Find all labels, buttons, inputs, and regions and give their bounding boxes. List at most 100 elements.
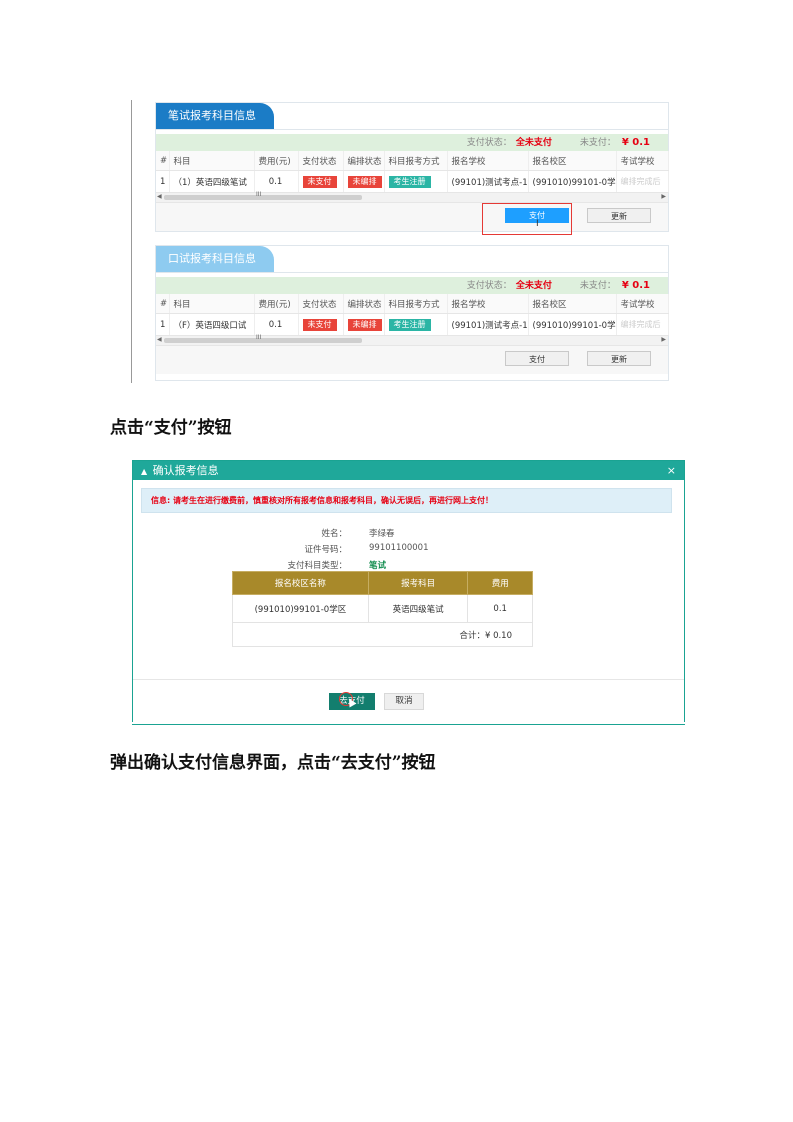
- pay-status-badge: 未支付: [302, 318, 337, 331]
- arrange-status-badge: 未编排: [347, 318, 382, 331]
- pay-button[interactable]: 支付: [505, 351, 569, 366]
- row-index: 1: [156, 313, 170, 336]
- col-header: 费用(元): [254, 151, 299, 171]
- scroll-right-icon[interactable]: ▶: [661, 193, 666, 200]
- col-header: 科目报考方式: [384, 151, 448, 171]
- unpaid-label: 未支付：: [579, 138, 616, 148]
- table-row[interactable]: 1 （F）英语四级口试 0.1 未支付 未编排 考生注册 (99101)测试考点…: [156, 313, 669, 336]
- method-badge: 考生注册: [388, 175, 431, 188]
- col-header: 编排状态: [343, 294, 385, 314]
- panel-header: 笔试报考科目信息: [156, 103, 668, 130]
- field-value: 李绿春: [369, 529, 395, 539]
- exam-school-placeholder: 编排完成后: [620, 176, 661, 186]
- col-header: 支付状态: [298, 151, 344, 171]
- info-message: 信息: 请考生在进行缴费前，慎重核对所有报考信息和报考科目，确认无误后，再进行网…: [141, 488, 672, 513]
- total-amount: 合计：¥ 0.10: [232, 622, 533, 647]
- col-header: 支付状态: [298, 294, 344, 314]
- horizontal-scrollbar[interactable]: ◀ III ▶: [156, 191, 668, 203]
- row-fee: 0.1: [254, 170, 299, 193]
- left-rule: [131, 100, 132, 383]
- scroll-grip: III: [256, 191, 262, 198]
- row-school: (99101)测试考点-1: [447, 170, 529, 193]
- row-school: (99101)测试考点-1: [447, 313, 529, 336]
- cell-campus: (991010)99101-0学区: [232, 594, 369, 623]
- unpaid-amount: ¥ 0.1: [621, 280, 650, 291]
- cancel-button[interactable]: 取消: [384, 693, 424, 710]
- col-header: 编排状态: [343, 151, 385, 171]
- scroll-right-icon[interactable]: ▶: [661, 336, 666, 343]
- subject-table: # 科目 费用(元) 支付状态 编排状态 科目报考方式 报名学校 报名校区 考试…: [156, 294, 669, 336]
- warning-triangle-icon: ▲: [141, 467, 148, 476]
- scroll-left-icon[interactable]: ◀: [157, 336, 162, 343]
- field-id-number: 证件号码： 99101100001: [233, 543, 633, 557]
- caption-step-1: 点击“支付”按钮: [110, 418, 232, 438]
- col-header: 报名校区: [528, 151, 617, 171]
- field-label: 姓名：: [321, 529, 347, 539]
- pay-status-badge: 未支付: [302, 175, 337, 188]
- field-name: 姓名： 李绿春: [233, 527, 633, 541]
- oral-subject-panel: 口试报考科目信息 支付状态： 全未支付 未支付： ¥ 0.1 # 科目 费用(元) 支…: [155, 245, 669, 381]
- row-campus: (991010)99101-0学区: [528, 170, 617, 193]
- dialog-title: 确认报考信息: [152, 464, 219, 477]
- table-row[interactable]: 1 （1）英语四级笔试 0.1 未支付 未编排 考生注册 (99101)测试考点…: [156, 170, 669, 193]
- field-label: 支付科目类型：: [287, 561, 347, 571]
- col-header: 考试学校: [616, 151, 669, 171]
- caption-step-2: 弹出确认支付信息界面，点击“去支付”按钮: [110, 753, 436, 773]
- table-header-row: # 科目 费用(元) 支付状态 编排状态 科目报考方式 报名学校 报名校区 考试…: [156, 294, 669, 314]
- scroll-grip: III: [256, 334, 262, 341]
- written-subject-panel: 笔试报考科目信息 支付状态： 全未支付 未支付： ¥ 0.1 # 科目 费用(元) 支…: [155, 102, 669, 235]
- dialog-titlebar: ▲ 确认报考信息 ×: [133, 461, 684, 480]
- col-header: 科目: [169, 151, 255, 171]
- refresh-button[interactable]: 更新: [587, 351, 651, 366]
- highlight-box: [482, 203, 572, 235]
- col-header: 费用(元): [254, 294, 299, 314]
- fee-table: 报名校区名称 报考科目 费用 (991010)99101-0学区 英语四级笔试 …: [232, 571, 533, 647]
- field-value: 笔试: [369, 561, 387, 571]
- panel-title: 笔试报考科目信息: [156, 103, 274, 129]
- method-badge: 考生注册: [388, 318, 431, 331]
- col-header: 报考科目: [367, 571, 469, 595]
- field-label: 证件号码：: [304, 545, 347, 555]
- table-header-row: # 科目 费用(元) 支付状态 编排状态 科目报考方式 报名学校 报名校区 考试…: [156, 151, 669, 171]
- screenshot-payment-list: 笔试报考科目信息 支付状态： 全未支付 未支付： ¥ 0.1 # 科目 费用(元) 支…: [131, 100, 669, 383]
- button-row: 支付 更新: [156, 346, 668, 374]
- row-subject: （F）英语四级口试: [169, 313, 255, 336]
- payment-status-bar: 支付状态： 全未支付 未支付： ¥ 0.1: [156, 277, 668, 294]
- subject-table: # 科目 费用(元) 支付状态 编排状态 科目报考方式 报名学校 报名校区 考试…: [156, 151, 669, 193]
- row-subject: （1）英语四级笔试: [169, 170, 255, 193]
- col-header: 科目: [169, 294, 255, 314]
- col-header: 报名学校: [447, 151, 529, 171]
- scroll-thumb[interactable]: [164, 195, 362, 200]
- cell-subject: 英语四级笔试: [367, 594, 469, 623]
- cell-fee: 0.1: [467, 594, 533, 623]
- close-icon[interactable]: ×: [667, 461, 676, 480]
- arrange-status-badge: 未编排: [347, 175, 382, 188]
- payment-status-bar: 支付状态： 全未支付 未支付： ¥ 0.1: [156, 134, 668, 151]
- col-header: #: [156, 151, 170, 171]
- scroll-thumb[interactable]: [164, 338, 362, 343]
- status-label: 支付状态：: [466, 281, 512, 291]
- col-header: 报名校区名称: [232, 571, 369, 595]
- confirm-dialog: ▲ 确认报考信息 × 信息: 请考生在进行缴费前，慎重核对所有报考信息和报考科目…: [132, 460, 685, 722]
- table-row: (991010)99101-0学区 英语四级笔试 0.1: [232, 594, 533, 623]
- unpaid-label: 未支付：: [579, 281, 616, 291]
- scroll-left-icon[interactable]: ◀: [157, 193, 162, 200]
- col-header: #: [156, 294, 170, 314]
- col-header: 科目报考方式: [384, 294, 448, 314]
- col-header: 报名学校: [447, 294, 529, 314]
- status-value: 全未支付: [515, 138, 552, 148]
- horizontal-scrollbar[interactable]: ◀ III ▶: [156, 334, 668, 346]
- row-campus: (991010)99101-0学区: [528, 313, 617, 336]
- refresh-button[interactable]: 更新: [587, 208, 651, 223]
- exam-school-placeholder: 编排完成后: [620, 319, 661, 329]
- status-label: 支付状态：: [466, 138, 512, 148]
- dialog-baseline: [132, 724, 685, 725]
- row-fee: 0.1: [254, 313, 299, 336]
- field-value: 99101100001: [369, 543, 429, 553]
- total-row: 合计：¥ 0.10: [232, 622, 533, 647]
- button-row: 支付 更新 I: [156, 203, 668, 235]
- unpaid-amount: ¥ 0.1: [621, 137, 650, 148]
- col-header: 报名校区: [528, 294, 617, 314]
- col-header: 费用: [467, 571, 533, 595]
- table-header-row: 报名校区名称 报考科目 费用: [232, 571, 533, 595]
